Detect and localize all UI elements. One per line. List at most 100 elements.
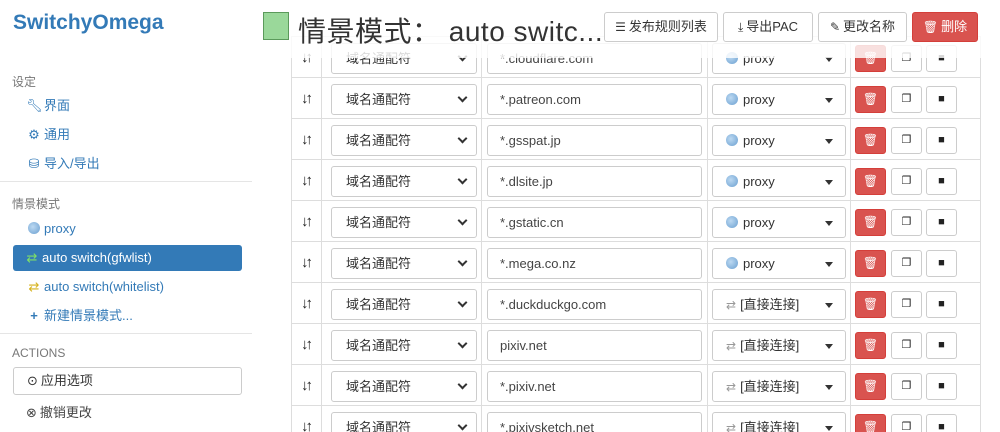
copy-icon: ❐ <box>901 380 912 392</box>
result-profile-select[interactable]: proxy <box>712 84 846 115</box>
note-rule-button[interactable]: ■ <box>926 209 957 236</box>
delete-profile-button[interactable]: 🗑︎ 删除 <box>912 12 978 42</box>
clone-rule-button[interactable]: ❐ <box>891 209 922 236</box>
condition-pattern-input[interactable]: *.gsspat.jp <box>487 125 702 156</box>
condition-type-select[interactable]: 域名通配符 <box>331 166 477 197</box>
sidebar-item-auto-switch-whitelist[interactable]: ⇄ auto switch(whitelist) <box>13 274 242 300</box>
condition-type-select[interactable]: 域名通配符 <box>331 125 477 156</box>
sidebar-item-import-export[interactable]: ⛁ 导入/导出 <box>13 151 242 177</box>
result-profile-select[interactable]: proxy <box>712 125 846 156</box>
condition-pattern-input[interactable]: *.patreon.com <box>487 84 702 115</box>
result-profile-select[interactable]: ⇄ [直接连接] <box>712 289 846 320</box>
result-profile-select[interactable]: proxy <box>712 248 846 279</box>
copy-icon: ❐ <box>901 339 912 351</box>
sort-handle-icon[interactable]: ↓↑ <box>301 336 313 353</box>
note-rule-button[interactable]: ■ <box>926 168 957 195</box>
condition-type-select[interactable]: 域名通配符 <box>331 207 477 238</box>
clone-rule-button[interactable]: ❐ <box>891 250 922 277</box>
cell-border <box>980 119 981 160</box>
cell-border <box>321 324 322 365</box>
globe-icon <box>726 175 738 187</box>
sort-handle-icon[interactable]: ↓↑ <box>301 254 313 271</box>
copy-icon: ❐ <box>901 216 912 228</box>
trash-icon: 🗑︎ <box>862 420 879 432</box>
condition-type-select[interactable]: 域名通配符 <box>331 248 477 279</box>
condition-type-value: 域名通配符 <box>346 338 412 353</box>
condition-pattern-input[interactable]: *.gstatic.cn <box>487 207 702 238</box>
condition-pattern-input[interactable]: *.duckduckgo.com <box>487 289 702 320</box>
note-rule-button[interactable]: ■ <box>926 373 957 400</box>
cell-border <box>321 201 322 242</box>
condition-pattern-input[interactable]: *.dlsite.jp <box>487 166 702 197</box>
delete-rule-button[interactable]: 🗑︎ <box>855 209 886 236</box>
comment-icon: ■ <box>938 216 945 228</box>
delete-rule-button[interactable]: 🗑︎ <box>855 127 886 154</box>
result-profile-select[interactable]: proxy <box>712 166 846 197</box>
clone-rule-button[interactable]: ❐ <box>891 373 922 400</box>
condition-pattern-input[interactable]: pixiv.net <box>487 330 702 361</box>
sort-handle-icon[interactable]: ↓↑ <box>301 131 313 148</box>
cell-border <box>707 283 708 324</box>
cell-border <box>481 160 482 201</box>
comment-icon: ■ <box>938 421 945 432</box>
delete-rule-button[interactable]: 🗑︎ <box>855 414 886 432</box>
cell-border <box>481 78 482 119</box>
export-pac-button[interactable]: ⤓ 导出PAC <box>723 12 813 42</box>
clone-rule-button[interactable]: ❐ <box>891 168 922 195</box>
sidebar-item-proxy[interactable]: proxy <box>13 216 242 242</box>
sidebar-item-new-profile[interactable]: + 新建情景模式... <box>13 303 242 329</box>
note-rule-button[interactable]: ■ <box>926 332 957 359</box>
clone-rule-button[interactable]: ❐ <box>891 86 922 113</box>
publish-rule-list-button[interactable]: ☰ 发布规则列表 <box>604 12 718 42</box>
note-rule-button[interactable]: ■ <box>926 414 957 432</box>
clone-rule-button[interactable]: ❐ <box>891 127 922 154</box>
sidebar-item-general[interactable]: ⚙ 通用 <box>13 122 242 148</box>
note-rule-button[interactable]: ■ <box>926 127 957 154</box>
condition-type-select[interactable]: 域名通配符 <box>331 412 477 432</box>
discard-changes-link[interactable]: ⊗ 撤销更改 <box>26 402 92 421</box>
publish-label: 发布规则列表 <box>628 19 707 34</box>
result-profile-select[interactable]: ⇄ [直接连接] <box>712 412 846 432</box>
clone-rule-button[interactable]: ❐ <box>891 291 922 318</box>
delete-rule-button[interactable]: 🗑︎ <box>855 86 886 113</box>
caret-down-icon <box>825 385 833 390</box>
delete-rule-button[interactable]: 🗑︎ <box>855 250 886 277</box>
cell-border <box>481 242 482 283</box>
sort-handle-icon[interactable]: ↓↑ <box>301 90 313 107</box>
condition-pattern-input[interactable]: *.pixivsketch.net <box>487 412 702 432</box>
apply-options-button[interactable]: ⊙ 应用选项 <box>13 367 242 395</box>
condition-type-select[interactable]: 域名通配符 <box>331 371 477 402</box>
app-brand[interactable]: SwitchyOmega <box>13 11 164 35</box>
result-profile-select[interactable]: ⇄ [直接连接] <box>712 330 846 361</box>
profile-color-swatch[interactable] <box>263 12 289 40</box>
sort-handle-icon[interactable]: ↓↑ <box>301 213 313 230</box>
note-rule-button[interactable]: ■ <box>926 86 957 113</box>
clone-rule-button[interactable]: ❐ <box>891 414 922 432</box>
sort-handle-icon[interactable]: ↓↑ <box>301 295 313 312</box>
condition-type-select[interactable]: 域名通配符 <box>331 330 477 361</box>
delete-rule-button[interactable]: 🗑︎ <box>855 291 886 318</box>
sort-handle-icon[interactable]: ↓↑ <box>301 418 313 432</box>
result-profile-select[interactable]: ⇄ [直接连接] <box>712 371 846 402</box>
delete-rule-button[interactable]: 🗑︎ <box>855 168 886 195</box>
divider <box>0 333 252 334</box>
exchange-icon: ⇄ <box>726 421 737 432</box>
sort-handle-icon[interactable]: ↓↑ <box>301 172 313 189</box>
result-profile-value: [直接连接] <box>740 338 800 353</box>
sidebar-item-label: 导入/导出 <box>44 156 100 171</box>
sort-handle-icon[interactable]: ↓↑ <box>301 377 313 394</box>
note-rule-button[interactable]: ■ <box>926 250 957 277</box>
result-profile-select[interactable]: proxy <box>712 207 846 238</box>
condition-pattern-input[interactable]: *.pixiv.net <box>487 371 702 402</box>
condition-type-select[interactable]: 域名通配符 <box>331 289 477 320</box>
note-rule-button[interactable]: ■ <box>926 291 957 318</box>
table-row: ↓↑ 域名通配符 *.pixivsketch.net ⇄ [直接连接] 🗑︎ ❐ ■ <box>291 405 981 432</box>
condition-type-select[interactable]: 域名通配符 <box>331 84 477 115</box>
delete-rule-button[interactable]: 🗑︎ <box>855 332 886 359</box>
sidebar-item-auto-switch-gfwlist[interactable]: ⇄ auto switch(gfwlist) <box>13 245 242 271</box>
condition-pattern-input[interactable]: *.mega.co.nz <box>487 248 702 279</box>
delete-rule-button[interactable]: 🗑︎ <box>855 373 886 400</box>
clone-rule-button[interactable]: ❐ <box>891 332 922 359</box>
sidebar-item-interface[interactable]: 🔧︎界面 <box>13 93 242 119</box>
rename-button[interactable]: ✎ 更改名称 <box>818 12 907 42</box>
